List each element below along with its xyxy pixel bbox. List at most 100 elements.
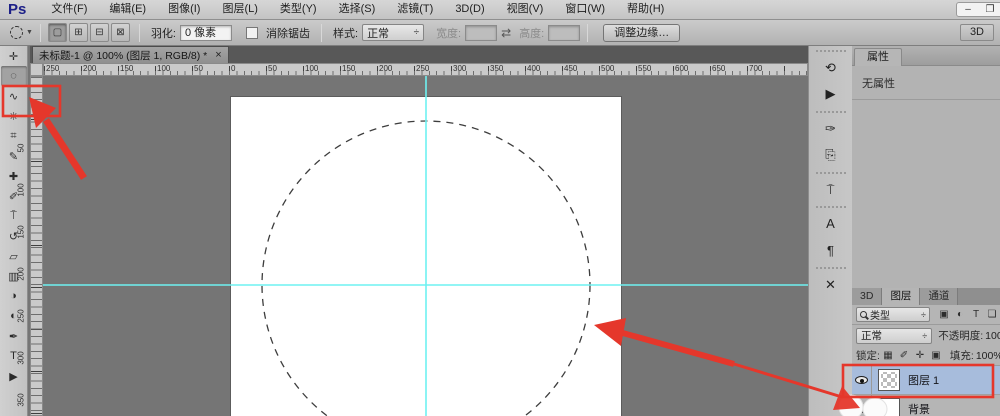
ruler-label: 300: [451, 64, 488, 73]
character-styles-panel-icon[interactable]: ⍑: [816, 172, 846, 202]
dropdown-spinner-icon: ÷: [922, 331, 927, 341]
menu-item[interactable]: 图层(L): [211, 0, 268, 19]
blend-mode-dropdown[interactable]: 正常 ÷: [856, 328, 932, 344]
height-input[interactable]: [548, 25, 580, 41]
new-selection-button[interactable]: ▢: [48, 23, 67, 42]
layer-visibility-cell[interactable]: [852, 366, 872, 394]
document-tab[interactable]: 未标题-1 @ 100% (图层 1, RGB/8) * ×: [32, 46, 229, 63]
move-tool[interactable]: ✛: [1, 46, 27, 66]
intersect-selection-button[interactable]: ⊠: [111, 23, 130, 42]
quick-selection-tool[interactable]: ✳: [1, 106, 27, 126]
ruler-label: 650: [710, 64, 747, 73]
type-filter-icon[interactable]: T: [968, 309, 984, 320]
tool-icon: ✛: [9, 50, 18, 63]
tool-preset-picker[interactable]: ▼: [10, 26, 33, 39]
menu-item[interactable]: 文件(F): [40, 0, 98, 19]
tab-properties[interactable]: 属性: [854, 48, 902, 66]
menu-item[interactable]: 帮助(H): [616, 0, 675, 19]
mode-glyph: ▢: [53, 27, 62, 38]
lasso-tool[interactable]: ∿: [1, 86, 27, 106]
panel-icon-glyph: ✑: [825, 121, 836, 137]
panel-tab[interactable]: 通道: [920, 288, 958, 305]
paragraph-panel-icon[interactable]: ¶: [816, 237, 846, 263]
panel-icon-glyph: ▶: [826, 86, 836, 102]
filter-type-label: 类型: [870, 307, 890, 322]
swap-dimensions-icon[interactable]: ⇄: [501, 26, 511, 40]
canvas-viewport[interactable]: [43, 76, 808, 416]
menu-item[interactable]: 3D(D): [444, 0, 495, 19]
layer-name: 背景: [908, 401, 930, 416]
antialias-checkbox[interactable]: [246, 27, 258, 39]
actions-panel-icon[interactable]: ▶: [816, 81, 846, 107]
layer-row[interactable]: 图层 1: [852, 366, 1000, 395]
shape-filter-icon[interactable]: ❏: [984, 309, 1000, 320]
clone-source-panel-icon[interactable]: ⎘: [816, 142, 846, 168]
fill-value[interactable]: 100%: [976, 350, 1000, 362]
menu-item[interactable]: 图像(I): [157, 0, 211, 19]
layer-filter-dropdown[interactable]: 类型 ÷: [856, 307, 930, 322]
menu-item[interactable]: 窗口(W): [554, 0, 616, 19]
mode-glyph: ⊞: [74, 27, 82, 38]
blur-tool[interactable]: ◑: [1, 286, 27, 306]
dropdown-spinner-icon: ÷: [921, 310, 926, 320]
ruler-label: 250: [414, 64, 451, 73]
layer-visibility-cell[interactable]: [852, 395, 872, 416]
ruler-label: 50: [266, 64, 303, 73]
ruler-label: 200: [377, 64, 414, 73]
tool-icon: ✒: [9, 330, 18, 343]
ruler-label: 500: [599, 64, 636, 73]
refine-edge-button[interactable]: 调整边缘…: [603, 24, 680, 42]
pixel-filter-icon[interactable]: ▣: [936, 309, 952, 320]
blend-mode-value: 正常: [861, 328, 882, 343]
horizontal-ruler[interactable]: 2502001501005005010015020025030035040045…: [43, 63, 808, 76]
menu-item[interactable]: 视图(V): [496, 0, 555, 19]
tool-icon: ⍑: [10, 210, 17, 223]
opacity-value[interactable]: 100%: [985, 330, 1000, 342]
separator: [139, 24, 140, 42]
layer-row[interactable]: 背景: [852, 395, 1000, 416]
pen-tool[interactable]: ✒: [1, 326, 27, 346]
restore-button[interactable]: ❐: [979, 3, 1000, 16]
ruler-label: 400: [525, 64, 562, 73]
clone-stamp-tool[interactable]: ⍑: [1, 206, 27, 226]
panel-tab[interactable]: 3D: [852, 288, 882, 305]
style-dropdown[interactable]: 正常 ÷: [362, 24, 424, 41]
eraser-tool[interactable]: ▱: [1, 246, 27, 266]
ruler-label: 600: [673, 64, 710, 73]
lock-pixels-icon[interactable]: ✐: [896, 350, 912, 361]
width-label: 宽度:: [436, 25, 461, 41]
tool-icon: ✚: [9, 170, 18, 183]
ruler-label: 350: [488, 64, 525, 73]
feather-input[interactable]: 0 像素: [180, 25, 232, 41]
elliptical-marquee-tool[interactable]: ◌: [1, 66, 27, 86]
lock-transparent-icon[interactable]: ▦: [880, 350, 896, 361]
workspace-switcher-button[interactable]: 3D: [960, 24, 994, 41]
panel-icon-glyph: ⍑: [827, 182, 835, 198]
tool-icon: ◑: [10, 290, 17, 302]
eye-icon: [855, 376, 868, 384]
close-tab-icon[interactable]: ×: [215, 49, 221, 61]
subtract-from-selection-button[interactable]: ⊟: [90, 23, 109, 42]
brush-panel-icon[interactable]: ✑: [816, 111, 846, 141]
photoshop-logo: Ps: [8, 1, 26, 18]
tool-presets-panel-icon[interactable]: ✕: [816, 267, 846, 297]
vertical-ruler[interactable]: 50100150200250300350: [30, 76, 43, 416]
adjustment-filter-icon[interactable]: ◐: [952, 309, 968, 320]
menu-item[interactable]: 类型(Y): [269, 0, 328, 19]
menu-item[interactable]: 滤镜(T): [386, 0, 444, 19]
panel-icon-glyph: ⎘: [825, 147, 835, 163]
layer-thumbnail[interactable]: [878, 398, 900, 416]
character-panel-icon[interactable]: A: [816, 206, 846, 236]
menu-item[interactable]: 选择(S): [328, 0, 387, 19]
width-input[interactable]: [465, 25, 497, 41]
minimize-button[interactable]: –: [957, 3, 979, 16]
panel-tab[interactable]: 图层: [882, 288, 920, 305]
menu-item[interactable]: 编辑(E): [98, 0, 157, 19]
panel-icon-glyph: ¶: [827, 243, 834, 258]
path-selection-tool[interactable]: ▶: [1, 366, 27, 386]
lock-position-icon[interactable]: ✛: [912, 350, 928, 361]
layer-thumbnail[interactable]: [878, 369, 900, 391]
lock-all-icon[interactable]: ▣: [928, 350, 944, 361]
history-panel-icon[interactable]: ⟲: [816, 50, 846, 80]
add-to-selection-button[interactable]: ⊞: [69, 23, 88, 42]
